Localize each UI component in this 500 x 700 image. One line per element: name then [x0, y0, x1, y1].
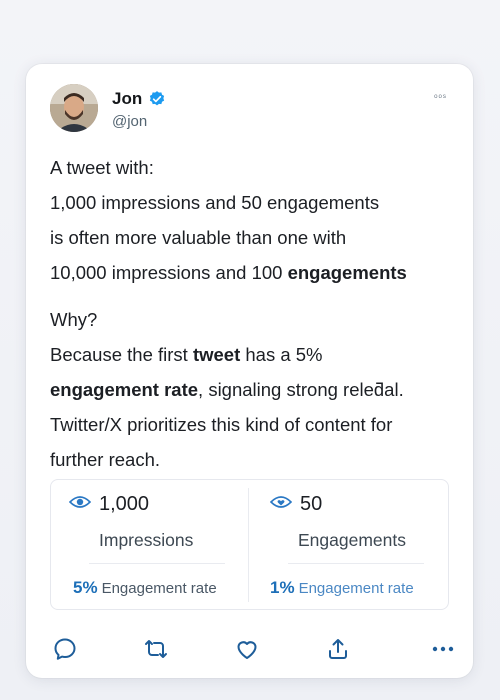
impressions-label: Impressions	[99, 530, 194, 550]
engagements-value: 50	[300, 493, 323, 515]
tweet-line: A tweet with:	[50, 157, 154, 178]
more-icon[interactable]	[430, 636, 456, 662]
tweet-header: Jon @jon	[50, 84, 166, 132]
tweet-line: Because the first tweet has a 5%	[50, 344, 323, 365]
divider	[288, 563, 424, 564]
rate-percent: 5%	[73, 578, 98, 597]
tweet-line: further reach.	[50, 449, 161, 470]
share-icon[interactable]	[325, 636, 351, 662]
engagement-rate-left: 5% Engagement rate	[73, 578, 217, 598]
like-icon[interactable]	[234, 636, 260, 662]
avatar-image	[50, 84, 98, 132]
avatar[interactable]	[50, 84, 98, 132]
stats-panel: 1,000 Impressions 5% Engagement rate 50 …	[50, 479, 449, 610]
reply-icon[interactable]	[52, 636, 78, 662]
rate-label: Engagement rate	[101, 580, 217, 597]
rate-percent: 1%	[270, 578, 295, 597]
impressions-value: 1,000	[99, 493, 150, 515]
engagement-rate-right: 1% Engagement rate	[270, 578, 414, 598]
engagements-stat: 50 Engagements 1% Engagement rate	[250, 480, 448, 609]
tweet-line: 10,000 impressions and 100 engagements	[50, 262, 407, 283]
tweet-line: is often more valuable than one with	[50, 227, 347, 248]
verified-badge-icon	[148, 90, 166, 108]
tweet-text: A tweet with: 1,000 impressions and 50 e…	[50, 150, 455, 477]
tweet-line: 1,000 impressions and 50 engagements	[50, 192, 380, 213]
tweet-line: Twitter/X prioritizes this kind of conte…	[50, 414, 393, 435]
author-name[interactable]: Jon	[112, 89, 142, 109]
action-bar	[48, 636, 456, 664]
author-handle[interactable]: @jon	[112, 113, 166, 130]
engagements-label: Engagements	[298, 530, 406, 550]
author-block: Jon @jon	[112, 89, 166, 130]
rate-label: Engagement rate	[298, 580, 414, 597]
retweet-icon[interactable]	[143, 636, 169, 662]
divider	[89, 563, 225, 564]
impressions-stat: 1,000 Impressions 5% Engagement rate	[51, 480, 249, 609]
heart-eye-icon	[269, 495, 293, 514]
tweet-menu-icon[interactable]: ᵒᵒˢ	[434, 92, 447, 102]
tweet-card: Jon @jon ᵒᵒˢ A tweet with: 1,000 impress…	[26, 64, 473, 678]
tweet-line: engagement rate, signaling strong releƌa…	[50, 379, 404, 400]
eye-icon	[68, 495, 92, 514]
tweet-line: Why?	[50, 309, 98, 330]
